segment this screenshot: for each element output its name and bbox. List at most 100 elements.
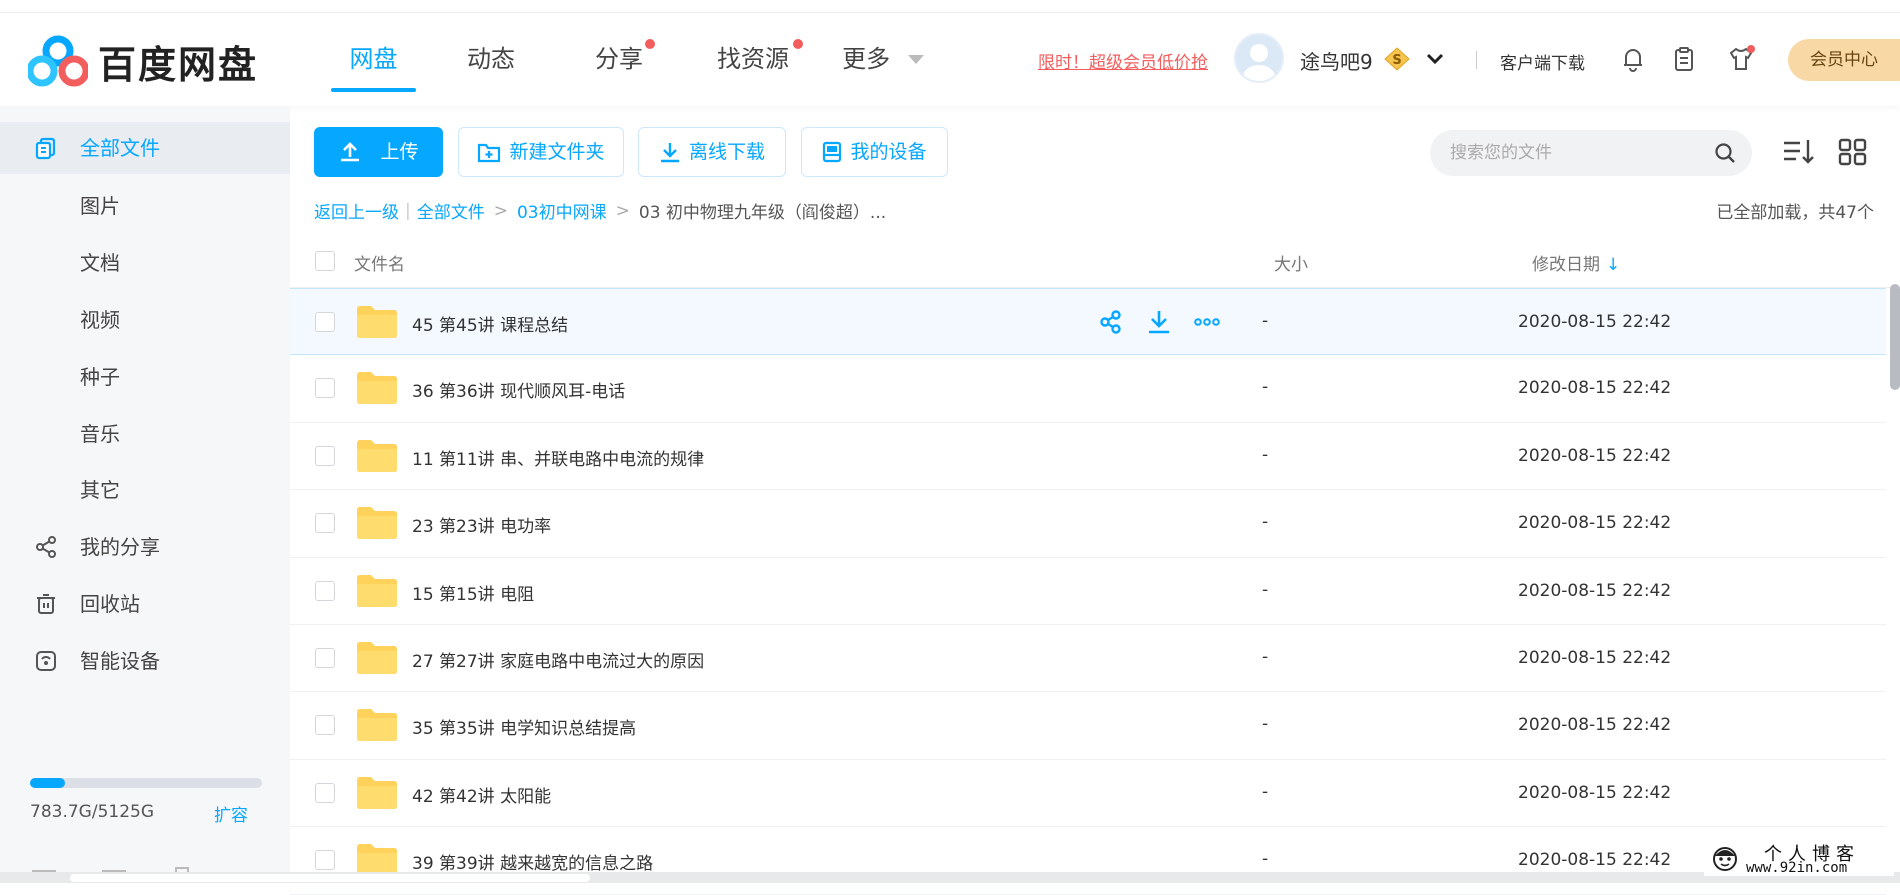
new-folder-button[interactable]: 新建文件夹: [458, 127, 624, 177]
table-row[interactable]: 11 第11讲 串、并联电路中电流的规律 - 2020-08-15 22:42: [290, 423, 1886, 491]
username[interactable]: 途鸟吧9: [1300, 46, 1373, 75]
user-avatar-icon: [1243, 44, 1275, 81]
file-name[interactable]: 42 第42讲 太阳能: [412, 782, 551, 807]
table-row[interactable]: 39 第39讲 越来越宽的信息之路 - 2020-08-15 22:42: [290, 827, 1886, 895]
sidebar-item-recycle-bin[interactable]: 回收站: [0, 578, 290, 630]
table-row[interactable]: 42 第42讲 太阳能 - 2020-08-15 22:42: [290, 760, 1886, 828]
file-size: -: [1262, 377, 1269, 398]
sidebar-item-label: 智能设备: [80, 649, 160, 673]
file-size: -: [1262, 781, 1269, 802]
table-row[interactable]: 23 第23讲 电功率 - 2020-08-15 22:42: [290, 490, 1886, 558]
row-checkbox[interactable]: [315, 378, 335, 399]
download-icon[interactable]: [1144, 307, 1174, 337]
column-header-name[interactable]: 文件名: [354, 250, 405, 275]
row-checkbox[interactable]: [315, 580, 335, 601]
row-checkbox[interactable]: [315, 445, 335, 466]
row-checkbox[interactable]: [315, 782, 335, 803]
device-icon: [36, 651, 56, 671]
offline-download-button[interactable]: 离线下载: [638, 127, 786, 177]
tshirt-icon[interactable]: [1727, 45, 1755, 73]
chevron-down-icon[interactable]: [1426, 52, 1444, 66]
grid-view-icon[interactable]: [1836, 136, 1870, 168]
all-files-icon: [35, 137, 56, 160]
vertical-scrollbar-thumb[interactable]: [1890, 284, 1900, 390]
folder-icon: [357, 372, 397, 405]
sort-icon[interactable]: [1782, 136, 1816, 168]
expand-storage-link[interactable]: 扩容: [214, 801, 248, 826]
horizontal-scrollbar-thumb[interactable]: [70, 874, 590, 882]
breadcrumb-level1[interactable]: 03初中网课: [517, 198, 607, 223]
nav-item-netdisk[interactable]: 网盘: [320, 13, 427, 106]
row-checkbox[interactable]: [315, 513, 335, 534]
folder-icon: [357, 776, 397, 809]
promo-link[interactable]: 限时！超级会员低价抢: [1038, 48, 1208, 73]
sidebar-item-torrents[interactable]: 种子: [0, 351, 290, 403]
member-center-button[interactable]: 会员中心: [1788, 39, 1900, 81]
select-all-checkbox[interactable]: [315, 251, 335, 271]
sidebar-item-label: 音乐: [80, 422, 120, 446]
watermark: 个人博客 www.92in.com: [1704, 840, 1894, 876]
file-size: -: [1262, 512, 1269, 533]
file-name[interactable]: 36 第36讲 现代顺风耳-电话: [412, 377, 625, 402]
file-name[interactable]: 39 第39讲 越来越宽的信息之路: [412, 849, 653, 874]
logo[interactable]: 百度网盘: [28, 35, 258, 87]
file-name[interactable]: 45 第45讲 课程总结: [412, 311, 568, 336]
sidebar-item-documents[interactable]: 文档: [0, 237, 290, 289]
storage-usage-text: 783.7G/5125G: [30, 802, 155, 822]
share-icon: [36, 536, 56, 558]
download-icon: [660, 143, 679, 163]
sidebar-item-my-share[interactable]: 我的分享: [0, 521, 290, 573]
row-checkbox[interactable]: [315, 850, 335, 871]
device-icon: [823, 141, 842, 163]
sidebar-item-all-files[interactable]: 全部文件: [0, 122, 290, 174]
folder-icon: [357, 507, 397, 540]
search-input[interactable]: [1450, 141, 1710, 165]
nav-item-share[interactable]: 分享: [555, 13, 683, 106]
file-name[interactable]: 35 第35讲 电学知识总结提高: [412, 714, 636, 739]
avatar[interactable]: [1234, 33, 1284, 83]
baidu-netdisk-logo-icon: [28, 35, 88, 87]
breadcrumb: 返回上一级 | 全部文件 > 03初中网课 > 03 初中物理九年级（阎俊超）.…: [314, 198, 886, 224]
column-header-date[interactable]: 修改日期 ↓: [1532, 250, 1620, 275]
bell-icon[interactable]: [1619, 45, 1647, 73]
more-options-icon[interactable]: [1192, 307, 1222, 337]
sidebar-item-music[interactable]: 音乐: [0, 408, 290, 460]
nav-item-activity[interactable]: 动态: [427, 13, 555, 106]
sidebar-item-label: 视频: [80, 308, 120, 332]
table-row[interactable]: 35 第35讲 电学知识总结提高 - 2020-08-15 22:42: [290, 692, 1886, 760]
file-list: 45 第45讲 课程总结 - 2020-08-15 22:42 36 第36讲 现代顺…: [290, 288, 1886, 895]
sidebar-item-smart-devices[interactable]: 智能设备: [0, 635, 290, 687]
row-checkbox[interactable]: [315, 715, 335, 736]
column-header-size[interactable]: 大小: [1274, 250, 1308, 275]
table-row[interactable]: 36 第36讲 现代顺风耳-电话 - 2020-08-15 22:42: [290, 355, 1886, 423]
file-date: 2020-08-15 22:42: [1518, 445, 1672, 466]
row-checkbox[interactable]: [315, 647, 335, 668]
sidebar-item-videos[interactable]: 视频: [0, 294, 290, 346]
notification-dot: [645, 39, 655, 49]
breadcrumb-all-files[interactable]: 全部文件: [417, 198, 485, 223]
nav-item-find-resources[interactable]: 找资源: [683, 13, 823, 106]
file-name[interactable]: 11 第11讲 串、并联电路中电流的规律: [412, 445, 704, 470]
svip-badge-icon[interactable]: S: [1384, 47, 1410, 71]
search-icon[interactable]: [1714, 142, 1736, 164]
row-checkbox[interactable]: [315, 312, 335, 332]
table-row[interactable]: 15 第15讲 电阻 - 2020-08-15 22:42: [290, 558, 1886, 625]
client-download-link[interactable]: 客户端下载: [1500, 49, 1585, 74]
table-row[interactable]: 45 第45讲 课程总结 - 2020-08-15 22:42: [290, 288, 1886, 356]
breadcrumb-back-link[interactable]: 返回上一级: [314, 198, 399, 223]
nav-item-more[interactable]: 更多: [823, 13, 943, 106]
sidebar-item-others[interactable]: 其它: [0, 464, 290, 516]
share-icon[interactable]: [1096, 307, 1126, 337]
file-name[interactable]: 15 第15讲 电阻: [412, 580, 534, 605]
sidebar-item-label: 其它: [80, 478, 120, 502]
file-name[interactable]: 27 第27讲 家庭电路中电流过大的原因: [412, 647, 704, 672]
upload-button[interactable]: 上传: [314, 127, 443, 177]
sort-desc-arrow-icon: ↓: [1606, 255, 1621, 275]
clipboard-icon[interactable]: [1670, 45, 1698, 73]
table-row[interactable]: 27 第27讲 家庭电路中电流过大的原因 - 2020-08-15 22:42: [290, 625, 1886, 693]
sidebar-item-images[interactable]: 图片: [0, 180, 290, 232]
file-size: -: [1262, 311, 1269, 331]
breadcrumb-separator: >: [615, 200, 630, 221]
file-name[interactable]: 23 第23讲 电功率: [412, 512, 551, 537]
my-devices-button[interactable]: 我的设备: [801, 127, 948, 177]
